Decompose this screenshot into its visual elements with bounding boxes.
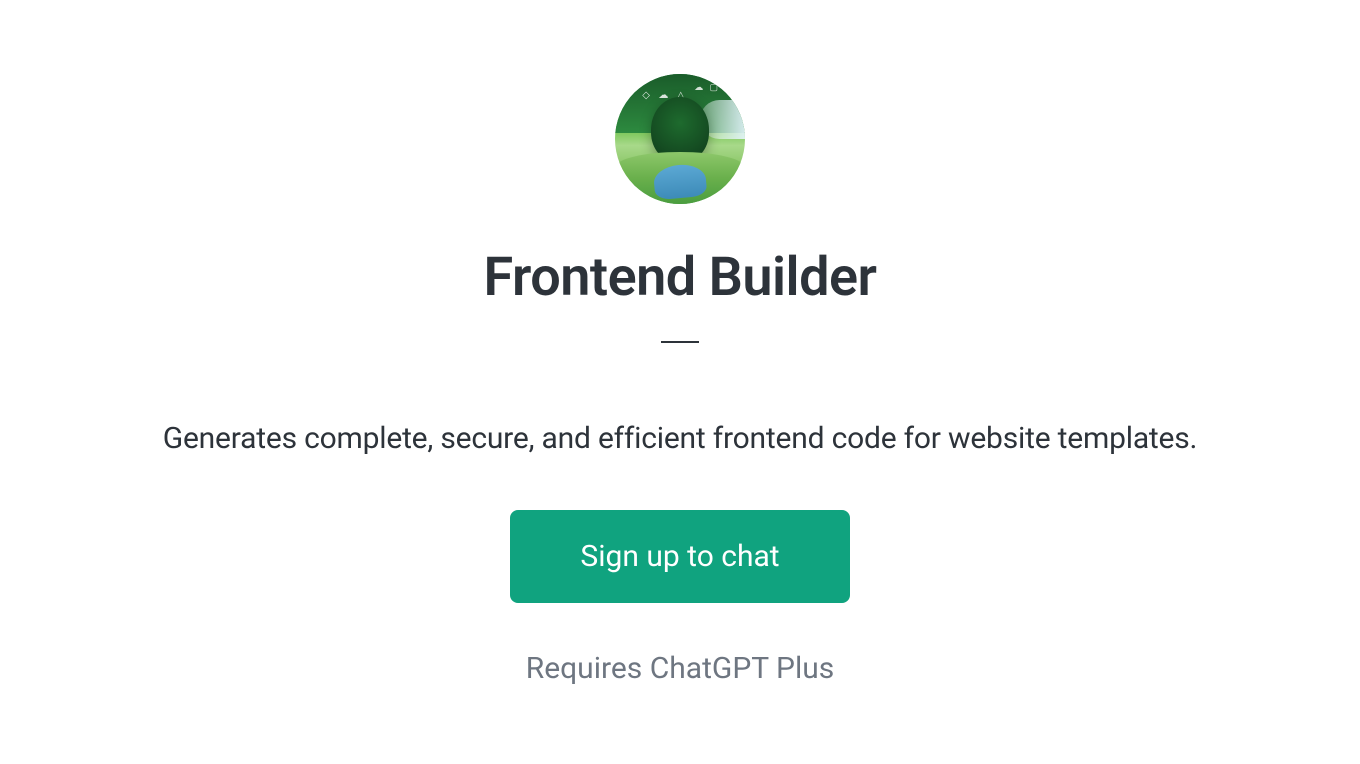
avatar-illustration: ✦ ◇ ☁ △ ☁ ▢ ◦ — [615, 74, 745, 204]
requirement-text: Requires ChatGPT Plus — [526, 651, 835, 686]
app-avatar: ✦ ◇ ☁ △ ☁ ▢ ◦ — [615, 74, 745, 204]
app-description: Generates complete, secure, and efficien… — [163, 421, 1198, 456]
title-divider — [661, 341, 699, 343]
signup-button[interactable]: Sign up to chat — [510, 510, 849, 603]
page-title: Frontend Builder — [484, 246, 877, 309]
